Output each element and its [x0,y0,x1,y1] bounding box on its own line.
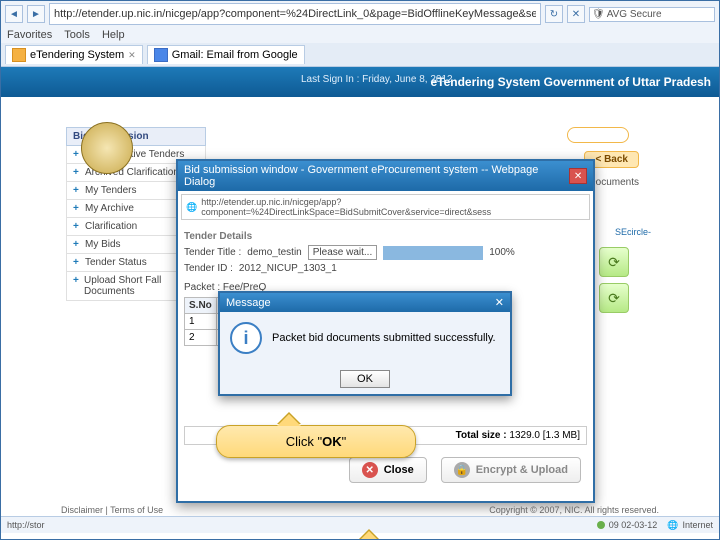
tender-title-label: Tender Title : [184,247,241,258]
expand-icon: + [73,149,81,160]
expand-icon: + [73,275,80,286]
upload-row-action-icon[interactable]: ⟳ [599,247,629,277]
encrypt-button-label: Encrypt & Upload [476,464,568,476]
close-button[interactable]: ✕ Close [349,457,427,483]
state-emblem-icon [81,122,133,174]
footer-left[interactable]: Disclaimer | Terms of Use [61,505,163,515]
expand-icon: + [73,221,81,232]
dialog-url-text: http://etender.up.nic.in/nicgep/app?comp… [201,197,585,217]
progress-percent: 100% [489,247,515,258]
address-bar[interactable] [49,3,541,25]
dialog-address: 🌐 http://etender.up.nic.in/nicgep/app?co… [181,194,590,220]
sidebar-item-label: Tender Status [85,257,147,268]
last-signin: Last Sign In : Friday, June 8, 2012 [301,74,453,85]
total-value: 1329.0 [1.3 MB] [509,430,580,441]
encrypt-upload-button[interactable]: 🔒 Encrypt & Upload [441,457,581,483]
sidebar-item-label: Clarification [85,221,137,232]
expand-icon: + [73,185,81,196]
status-date: 09 02-03-12 [609,520,658,530]
refresh-icon[interactable]: ↻ [545,5,563,23]
message-text: Packet bid documents submitted successfu… [272,332,496,344]
close-circle-icon: ✕ [362,462,378,478]
menu-help[interactable]: Help [102,29,125,41]
sidebar-item-label: My Tenders [85,185,137,196]
dialog-title: Bid submission window - Government eProc… [184,164,569,188]
lock-icon: 🔒 [454,462,470,478]
menu-favorites[interactable]: Favorites [7,29,52,41]
section-label: SEcircle- [615,227,651,237]
tender-title-value: demo_testin [247,247,301,258]
expand-icon: + [73,257,81,268]
nav-back-icon[interactable]: ◄ [5,5,23,23]
tab-label: Gmail: Email from Google [172,49,298,61]
tab-etendering[interactable]: eTendering System ✕ [5,45,143,64]
lock-icon: 🌐 [186,202,197,213]
search-engine-icon: 🛡 [592,9,605,20]
app-title: eTendering System Government of Uttar Pr… [430,75,711,89]
total-label: Total size : [456,430,507,441]
dialog-close-icon[interactable]: ✕ [569,168,587,184]
callout-emph: OK [322,434,342,449]
ok-button[interactable]: OK [340,370,390,388]
status-url: http://stor [7,520,45,530]
stop-icon[interactable]: ✕ [567,5,585,23]
callout-text: Click " [286,434,322,449]
col-sno: S.No [185,298,217,314]
globe-icon: 🌐 [667,520,678,531]
nav-fwd-icon[interactable]: ► [27,5,45,23]
message-close-icon[interactable]: ✕ [495,296,504,309]
tab-gmail[interactable]: Gmail: Email from Google [147,45,305,64]
cell-sno: 1 [185,314,217,330]
sidebar-item-label: My Archive [85,203,134,214]
tender-details-heading: Tender Details [184,231,587,242]
tender-id-label: Tender ID : [184,263,233,274]
search-engine-label: AVG Secure [607,9,662,20]
message-title: Message [226,297,271,309]
progress-bar [383,246,483,260]
expand-icon: + [73,203,81,214]
status-zone: Internet [682,520,713,530]
upload-row-action-icon[interactable]: ⟳ [599,283,629,313]
tender-id-value: 2012_NICUP_1303_1 [239,263,337,274]
expand-icon: + [73,239,81,250]
sidebar-item-label: My Bids [85,239,121,250]
callout-text: " [342,434,347,449]
expand-icon: + [73,167,81,178]
tab-label: eTendering System [30,49,124,61]
info-icon: i [230,322,262,354]
close-button-label: Close [384,464,414,476]
favicon-icon [12,48,26,62]
message-dialog: Message ✕ i Packet bid documents submitt… [218,291,512,396]
cell-sno: 2 [185,330,217,346]
menu-tools[interactable]: Tools [64,29,90,41]
favicon-icon [154,48,168,62]
footer-right: Copyright © 2007, NIC. All rights reserv… [489,505,659,515]
search-box[interactable]: 🛡 AVG Secure [589,7,715,22]
app-header: Last Sign In : Friday, June 8, 2012 eTen… [1,67,719,97]
progress-label: Please wait... [308,245,377,260]
tab-close-icon[interactable]: ✕ [128,50,136,61]
callout-click-ok: Click "OK" [216,425,416,458]
status-dot-icon [597,521,605,529]
